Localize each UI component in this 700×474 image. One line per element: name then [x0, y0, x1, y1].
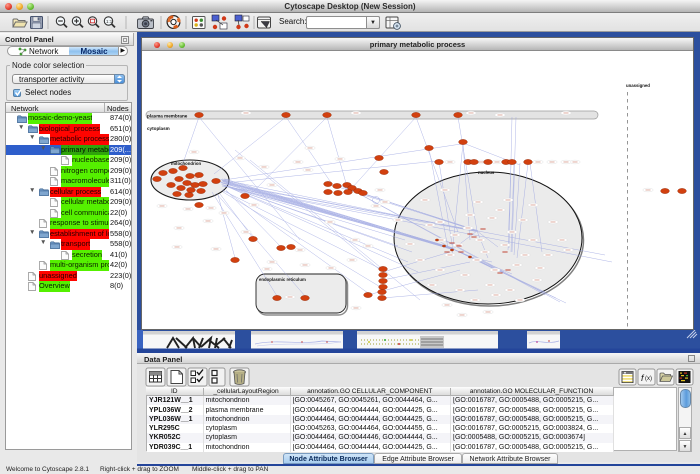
svg-text:1:1: 1:1	[106, 19, 113, 24]
svg-text:unassigned: unassigned	[626, 83, 650, 88]
svg-text:mitochondrion: mitochondrion	[171, 161, 201, 166]
svg-text:nucleus: nucleus	[478, 170, 495, 175]
svg-text:Search:: Search:	[279, 17, 307, 26]
svg-text:plasma membrane: plasma membrane	[147, 114, 188, 119]
svg-text:cytoplasm: cytoplasm	[147, 126, 170, 131]
svg-text:endoplasmic reticulum: endoplasmic reticulum	[259, 277, 306, 282]
svg-text:(x): (x)	[645, 376, 652, 382]
